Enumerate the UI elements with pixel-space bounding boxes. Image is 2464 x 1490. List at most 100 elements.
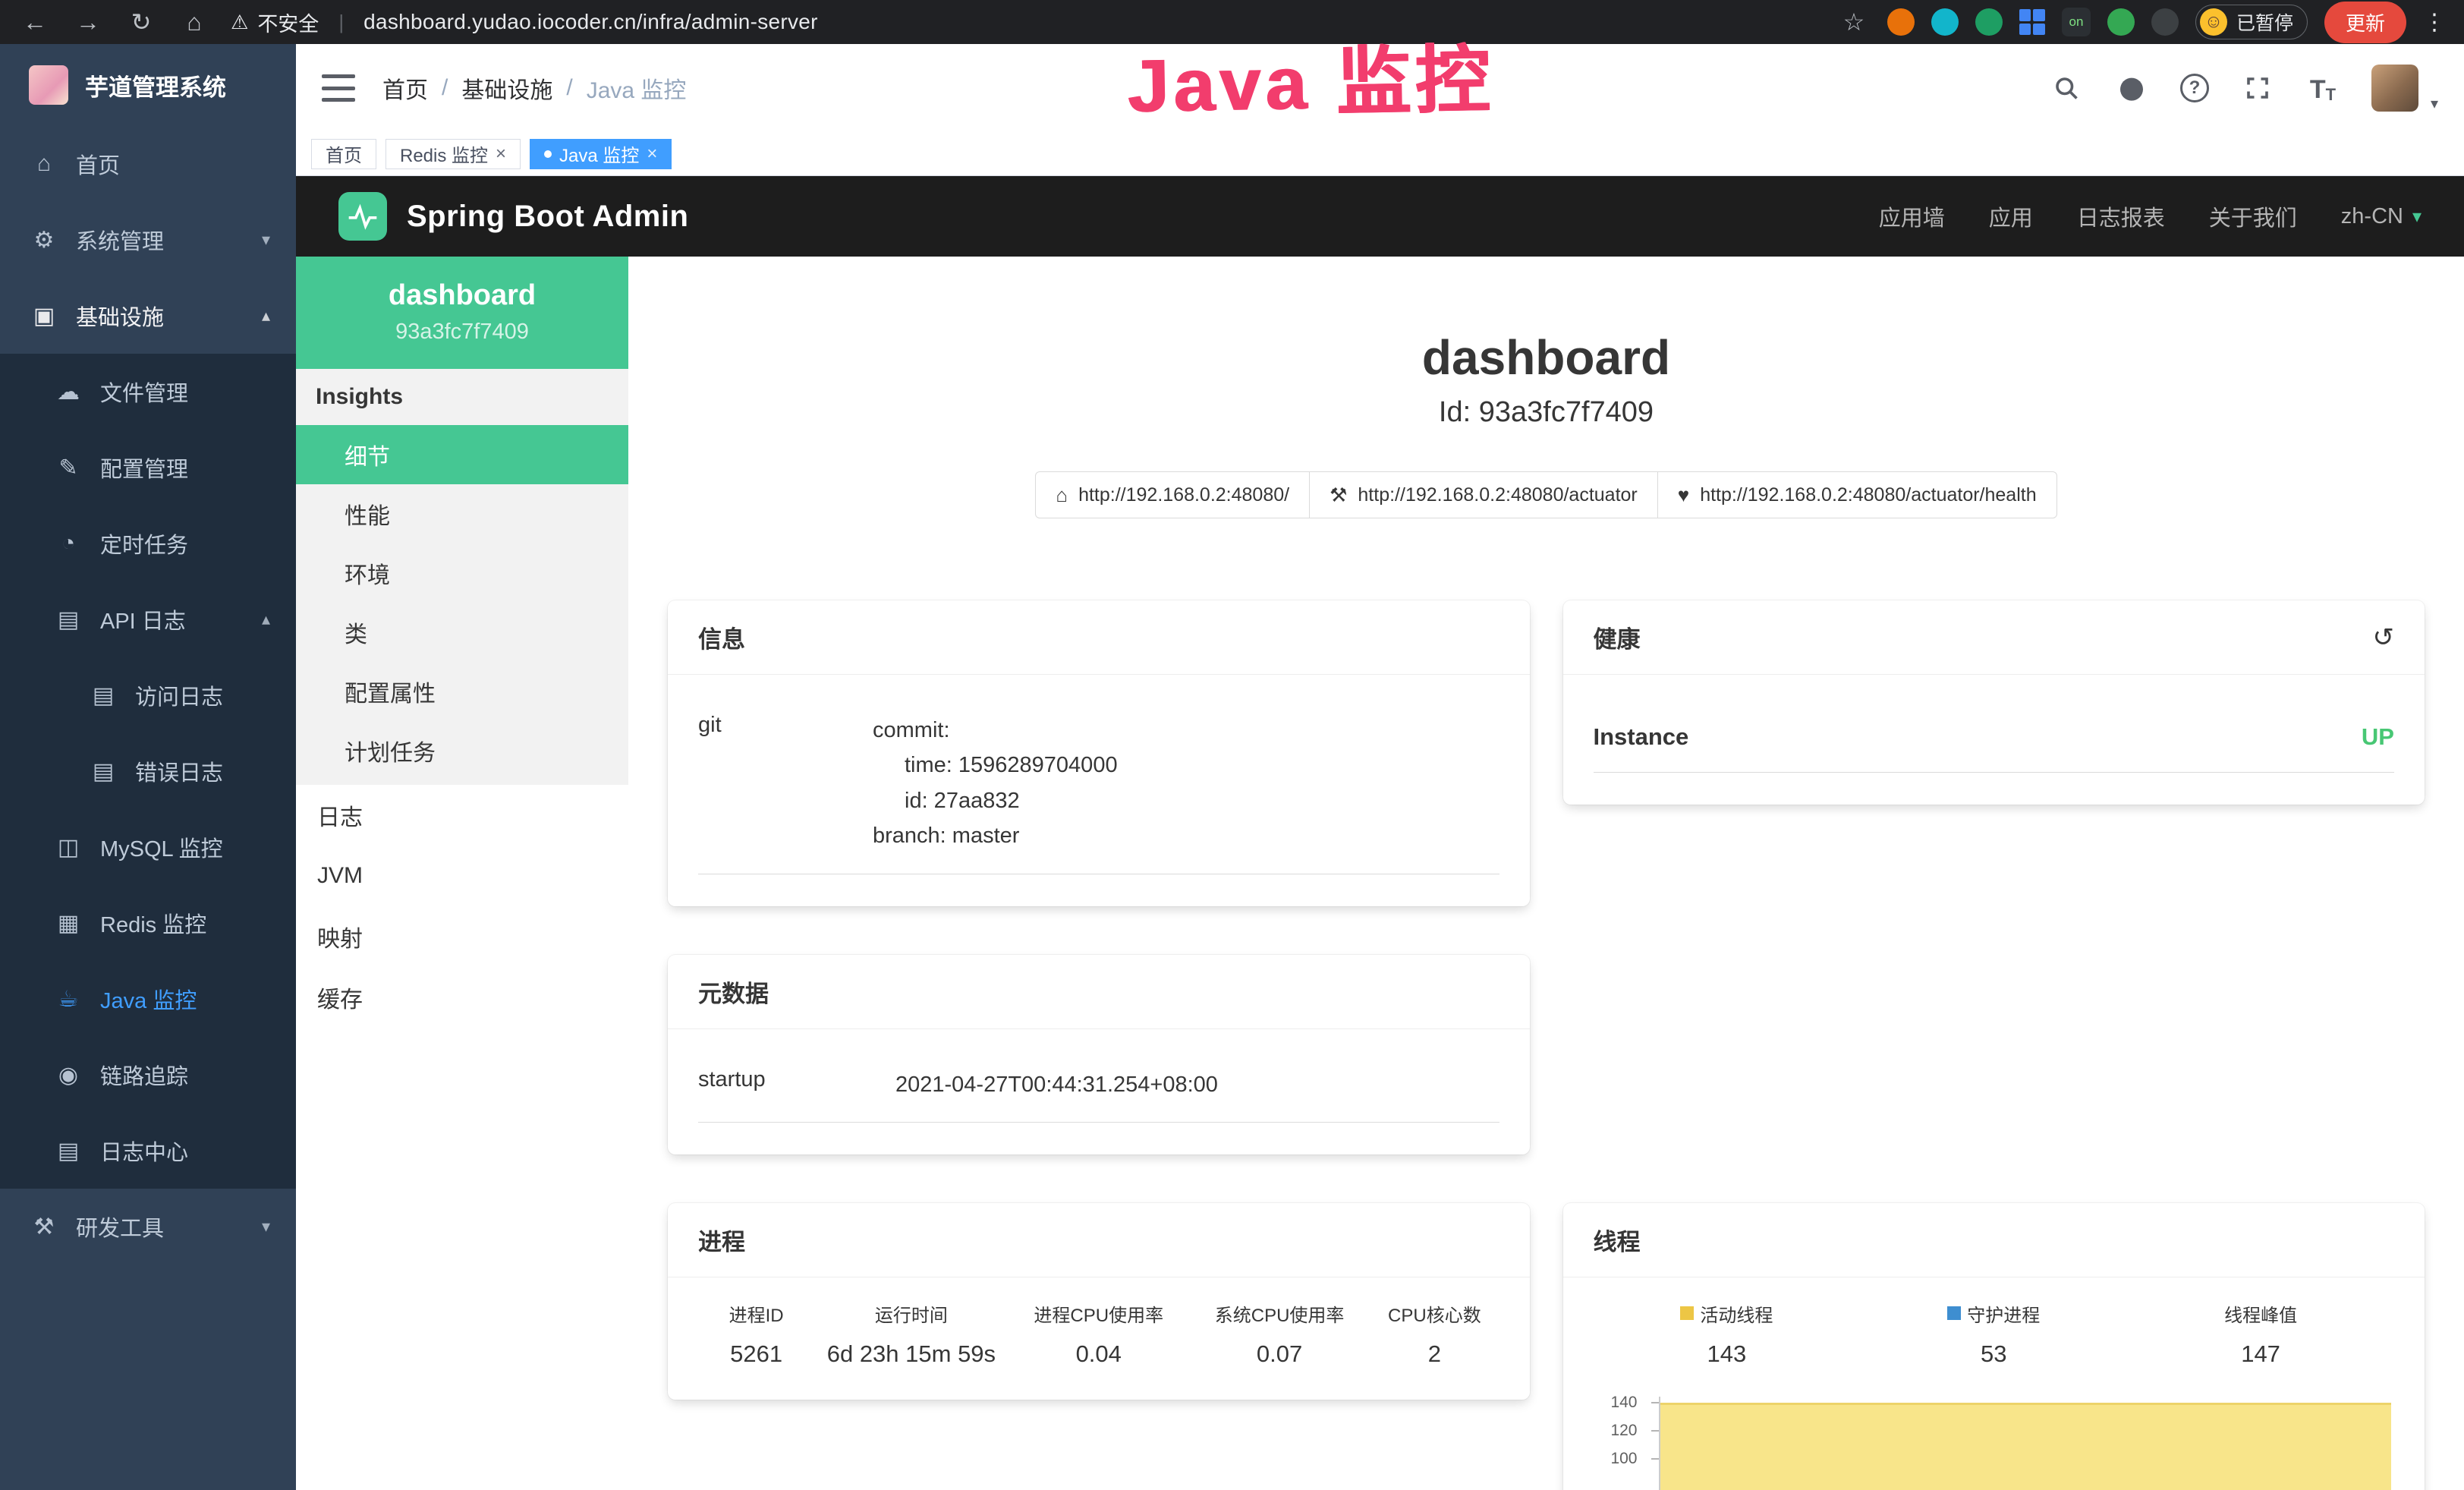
info-card-body: git commit: time: 1596289704000 id: 27aa… (668, 675, 1530, 906)
breadcrumb-home[interactable]: 首页 (382, 71, 428, 105)
legend-peak-threads: 线程峰值 147 (2127, 1300, 2394, 1368)
extension-on-badge[interactable]: on (2062, 8, 2091, 36)
sidebar-item-access-logs[interactable]: ▤ 访问日志 (0, 657, 296, 733)
github-icon[interactable] (2115, 71, 2148, 105)
sidebar-item-scheduled-tasks[interactable]: ◔ 定时任务 (0, 506, 296, 581)
sidebar-item-system-mgmt[interactable]: ⚙ 系统管理 ▾ (0, 202, 296, 278)
hamburger-icon[interactable] (322, 74, 355, 102)
sidebar-item-config-mgmt[interactable]: ✎ 配置管理 (0, 430, 296, 506)
sba-language-value: zh-CN (2341, 204, 2403, 229)
avatar[interactable] (2371, 65, 2418, 112)
history-icon[interactable]: ↺ (2373, 622, 2395, 653)
chrome-menu-icon[interactable]: ⋮ (2423, 9, 2446, 36)
info-value-line: commit: (873, 713, 1118, 748)
font-size-icon[interactable]: TT (2306, 71, 2340, 105)
sidebar-item-mysql-monitor[interactable]: ◫ MySQL 监控 (0, 809, 296, 885)
sba-brand[interactable]: Spring Boot Admin (338, 192, 688, 241)
stat-cpu-cores: CPU核心数 2 (1370, 1300, 1499, 1368)
tick-mark (1651, 1458, 1659, 1460)
sba-item-caches[interactable]: 缓存 (296, 967, 628, 1028)
extension-grid-icon[interactable] (2019, 9, 2045, 35)
extension-icon[interactable] (1887, 8, 1915, 36)
tab-redis-monitor[interactable]: Redis 监控 × (385, 139, 521, 169)
url-bar[interactable]: dashboard.yudao.iocoder.cn/infra/admin-s… (363, 10, 818, 34)
back-icon[interactable]: ← (18, 8, 52, 36)
java-icon: ☕ (55, 986, 82, 1013)
home-icon[interactable]: ⌂ (178, 8, 211, 36)
sba-item-logs[interactable]: 日志 (296, 785, 628, 846)
sidebar-item-trace[interactable]: ◉ 链路追踪 (0, 1037, 296, 1113)
help-icon[interactable]: ? (2180, 74, 2209, 102)
breadcrumb-infrastructure[interactable]: 基础设施 (461, 71, 552, 105)
sba-item-mappings[interactable]: 映射 (296, 906, 628, 967)
sba-body: dashboard 93a3fc7f7409 Insights 细节 性能 环境… (296, 257, 2464, 1490)
info-key: git (698, 713, 873, 854)
tab-close-icon[interactable]: × (647, 143, 657, 165)
warning-icon: ⚠ (231, 11, 248, 34)
redis-icon: ▦ (55, 910, 82, 937)
sidebar-item-error-logs[interactable]: ▤ 错误日志 (0, 733, 296, 809)
sidebar-item-api-logs[interactable]: ▤ API 日志 ▴ (0, 581, 296, 657)
sba-item-config-props[interactable]: 配置属性 (296, 662, 628, 721)
sba-item-jvm[interactable]: JVM (296, 846, 628, 906)
sidebar-item-label: 日志中心 (100, 1135, 188, 1167)
sba-instance-block[interactable]: dashboard 93a3fc7f7409 (296, 257, 628, 369)
bookmark-star-icon[interactable]: ☆ (1837, 8, 1871, 36)
search-icon[interactable] (2050, 71, 2083, 105)
endpoint-actuator-button[interactable]: ⚒ http://192.168.0.2:48080/actuator (1309, 471, 1658, 518)
sidebar-item-dev-tools[interactable]: ⚒ 研发工具 ▾ (0, 1189, 296, 1265)
sba-item-metrics[interactable]: 性能 (296, 484, 628, 543)
fullscreen-icon[interactable] (2241, 71, 2274, 105)
spring-boot-admin: Spring Boot Admin 应用墙 应用 日志报表 关于我们 zh-CN… (296, 176, 2464, 1490)
sidebar-item-label: 文件管理 (100, 376, 188, 408)
sidebar-item-infrastructure[interactable]: ▣ 基础设施 ▴ (0, 278, 296, 354)
tab-label: Redis 监控 (400, 140, 488, 167)
forward-icon[interactable]: → (71, 8, 105, 36)
sba-nav-journal[interactable]: 日志报表 (2077, 200, 2165, 232)
sba-item-environment[interactable]: 环境 (296, 543, 628, 603)
sba-item-classes[interactable]: 类 (296, 603, 628, 662)
sidebar-item-home[interactable]: ⌂ 首页 (0, 126, 296, 202)
sidebar-item-log-center[interactable]: ▤ 日志中心 (0, 1113, 296, 1189)
threads-card: 线程 活动线程 143 (1563, 1203, 2425, 1490)
reload-icon[interactable]: ↻ (124, 8, 158, 36)
endpoint-service-url-button[interactable]: ⌂ http://192.168.0.2:48080/ (1035, 471, 1310, 518)
sidebar-item-label: 首页 (76, 148, 120, 180)
document-icon: ▤ (55, 1138, 82, 1164)
sba-nav-wallboard[interactable]: 应用墙 (1879, 200, 1945, 232)
health-instance-row[interactable]: Instance UP (1594, 698, 2395, 773)
info-value-line: time: 1596289704000 (873, 748, 1118, 783)
extension-icon[interactable] (2107, 8, 2135, 36)
endpoint-health-button[interactable]: ♥ http://192.168.0.2:48080/actuator/heal… (1657, 471, 2057, 518)
detail-cards: 信息 git commit: time: 1596289704000 id: 2… (668, 600, 2425, 1490)
extension-puzzle-icon[interactable] (2151, 8, 2179, 36)
daemon-threads-swatch (1947, 1306, 1961, 1320)
threads-chart-plot (1659, 1397, 2392, 1490)
info-value-line: id: 27aa832 (873, 783, 1118, 818)
extension-icon[interactable] (1975, 8, 2003, 36)
sba-logo-icon (338, 192, 387, 241)
sidebar-item-java-monitor[interactable]: ☕ Java 监控 (0, 961, 296, 1037)
sba-item-scheduled-tasks[interactable]: 计划任务 (296, 721, 628, 780)
tab-java-monitor[interactable]: Java 监控 × (530, 139, 672, 169)
sba-nav-about[interactable]: 关于我们 (2209, 200, 2297, 232)
sidebar-item-redis-monitor[interactable]: ▦ Redis 监控 (0, 885, 296, 961)
endpoint-label: http://192.168.0.2:48080/actuator/health (1700, 484, 2036, 506)
security-chip[interactable]: ⚠ 不安全 (231, 8, 319, 37)
sba-nav-applications[interactable]: 应用 (1989, 200, 2033, 232)
sync-paused-badge: 已暂停 (2236, 8, 2293, 36)
live-threads-area (1660, 1403, 2392, 1490)
chrome-update-button[interactable]: 更新 (2324, 2, 2406, 43)
sba-language-select[interactable]: zh-CN ▾ (2341, 204, 2422, 229)
sidebar-item-label: 研发工具 (76, 1211, 164, 1243)
sba-insights-header: Insights (296, 369, 628, 425)
sba-item-details[interactable]: 细节 (296, 425, 628, 484)
info-card-header: 信息 (668, 600, 1530, 675)
tab-home[interactable]: 首页 (311, 139, 376, 169)
chevron-up-icon: ▴ (262, 610, 270, 629)
profile-chip[interactable]: ☺ 已暂停 (2195, 5, 2308, 39)
tab-close-icon[interactable]: × (496, 143, 506, 165)
health-card-title: 健康 (1594, 620, 1641, 654)
sidebar-item-file-mgmt[interactable]: ☁ 文件管理 (0, 354, 296, 430)
extension-icon[interactable] (1931, 8, 1959, 36)
